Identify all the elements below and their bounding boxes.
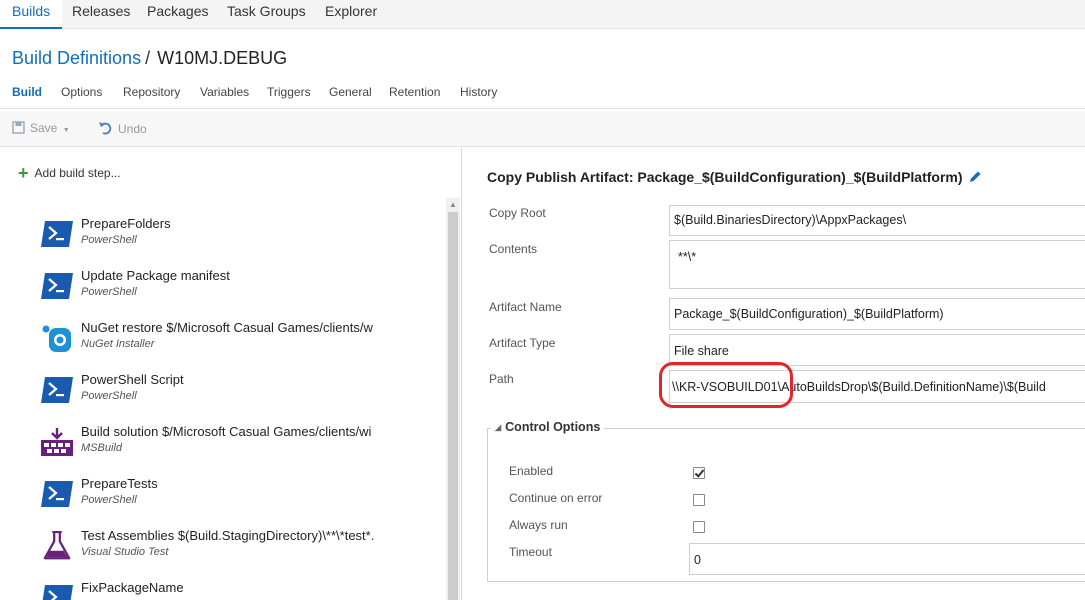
subtab-history[interactable]: History [460,85,497,99]
build-step-title: FixPackageName [81,580,184,595]
flask-icon [43,531,71,560]
always-run-label: Always run [509,518,568,532]
always-run-checkbox[interactable] [693,521,705,533]
control-options-header[interactable]: ◢ Control Options [491,420,605,434]
tab-builds[interactable]: Builds [0,0,63,29]
tab-releases[interactable]: Releases [60,0,142,29]
task-title-text: Copy Publish Artifact: Package_$(BuildCo… [487,169,963,185]
build-step-preparetests[interactable]: PrepareTests PowerShell [40,476,400,520]
build-step-type: PowerShell [81,234,137,246]
copy-root-input[interactable]: $(Build.BinariesDirectory)\AppxPackages\ [669,205,1085,236]
subtab-retention[interactable]: Retention [389,85,440,99]
build-step-type: Visual Studio Test [81,546,169,558]
build-step-title: Test Assemblies $(Build.StagingDirectory… [81,528,375,543]
undo-label: Undo [118,122,147,136]
page-title: W10MJ.DEBUG [157,48,288,68]
build-step-type: PowerShell [81,390,137,402]
breadcrumb-build-definitions[interactable]: Build Definitions [12,48,141,68]
chevron-down-icon: ▼ [62,127,70,134]
powershell-icon [41,273,73,299]
undo-icon [99,122,112,135]
powershell-icon [42,585,73,600]
save-button[interactable]: Save ▼ [12,121,70,135]
steps-scrollbar-thumb[interactable] [448,212,458,600]
build-step-build-solution[interactable]: Build solution $/Microsoft Casual Games/… [40,424,400,468]
continue-on-error-checkbox[interactable] [693,494,705,506]
build-step-type: NuGet Installer [81,338,155,350]
powershell-icon [41,377,73,403]
build-step-type: PowerShell [81,286,137,298]
subtab-options[interactable]: Options [61,85,102,99]
subtab-build[interactable]: Build [12,85,42,99]
timeout-input[interactable]: 0 [689,543,1085,575]
collapse-triangle-icon: ◢ [495,423,502,432]
plus-icon: + [18,163,29,183]
build-step-fixpackagename[interactable]: FixPackageName [40,580,400,600]
tab-explorer[interactable]: Explorer [313,0,389,29]
build-step-test-assemblies[interactable]: Test Assemblies $(Build.StagingDirectory… [40,528,400,572]
artifact-type-label: Artifact Type [489,336,556,350]
build-step-title: Build solution $/Microsoft Casual Games/… [81,424,372,439]
build-step-powershell-script[interactable]: PowerShell Script PowerShell [40,372,400,416]
artifact-name-label: Artifact Name [489,300,562,314]
build-step-type: MSBuild [81,442,122,454]
subtab-variables[interactable]: Variables [200,85,249,99]
subtab-repository[interactable]: Repository [123,85,180,99]
build-step-nuget-restore[interactable]: NuGet restore $/Microsoft Casual Games/c… [40,320,400,364]
powershell-icon [41,481,73,507]
build-step-title: Update Package manifest [81,268,230,283]
nuget-icon [42,325,71,352]
pencil-edit-icon[interactable] [968,170,982,184]
continue-on-error-label: Continue on error [509,491,603,505]
toolbar: Save ▼ Undo [0,111,1085,147]
control-options-title: Control Options [505,420,601,434]
add-build-step-button[interactable]: + Add build step... [18,163,121,184]
breadcrumb: Build Definitions / W10MJ.DEBUG [12,48,287,69]
subtab-triggers[interactable]: Triggers [267,85,311,99]
highlight-annotation-circle [659,362,793,408]
undo-button[interactable]: Undo [98,121,147,136]
build-step-title: PrepareFolders [81,216,171,231]
msbuild-icon [41,428,73,456]
timeout-label: Timeout [509,545,552,559]
subtabs-divider [0,108,1085,109]
save-icon [12,121,25,134]
add-build-step-label: Add build step... [34,166,121,180]
subtab-general[interactable]: General [329,85,372,99]
tab-task-groups[interactable]: Task Groups [215,0,318,29]
enabled-checkbox[interactable] [693,467,705,479]
copy-root-label: Copy Root [489,206,546,220]
path-label: Path [489,372,514,386]
scroll-up-arrow-icon[interactable]: ▲ [446,198,460,212]
contents-textarea[interactable]: **\* [669,240,1085,289]
build-step-type: PowerShell [81,494,137,506]
contents-label: Contents [489,242,538,256]
breadcrumb-separator: / [145,48,151,68]
enabled-label: Enabled [509,464,554,478]
build-step-title: NuGet restore $/Microsoft Casual Games/c… [81,320,373,335]
task-title: Copy Publish Artifact: Package_$(BuildCo… [487,169,982,185]
build-step-title: PrepareTests [81,476,158,491]
tab-packages[interactable]: Packages [135,0,220,29]
build-step-preparefolders[interactable]: PrepareFolders PowerShell [40,216,400,260]
panel-divider[interactable] [461,148,462,600]
powershell-icon [41,221,73,247]
top-navigation: Builds Releases Packages Task Groups Exp… [0,0,1085,29]
save-label: Save [30,121,58,135]
build-step-title: PowerShell Script [81,372,184,387]
artifact-name-input[interactable]: Package_$(BuildConfiguration)_$(BuildPla… [669,298,1085,330]
build-step-update-package-manifest[interactable]: Update Package manifest PowerShell [40,268,400,312]
